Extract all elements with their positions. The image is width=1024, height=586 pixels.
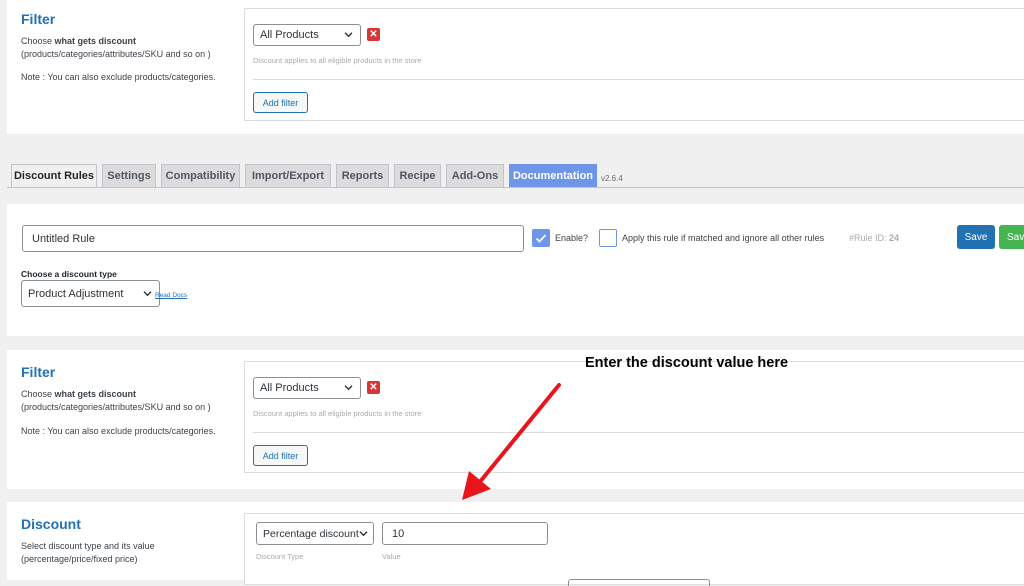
tab-import-export[interactable]: Import/Export <box>245 164 331 188</box>
filter-description: Choose what gets discount (products/cate… <box>21 36 211 59</box>
chevron-down-icon <box>344 385 353 391</box>
filter-note: Note : You can also exclude products/cat… <box>21 426 216 436</box>
close-icon: ✕ <box>369 382 378 393</box>
tab-discount-rules[interactable]: Discount Rules <box>11 164 97 188</box>
save-button[interactable]: Save <box>957 225 995 249</box>
annotation-text: Enter the discount value here <box>585 355 789 371</box>
enable-label: Enable? <box>555 233 589 243</box>
tab-reports[interactable]: Reports <box>336 164 389 188</box>
discount-card: Discount Select discount type and its va… <box>7 502 1024 586</box>
discount-title: Discount <box>21 516 81 532</box>
filter-select[interactable]: All Products <box>253 377 361 399</box>
rule-id-label: #Rule ID: 24 <box>849 233 900 243</box>
discount-type-label: Choose a discount type <box>21 269 117 279</box>
checkmark-icon <box>535 234 547 243</box>
discount-box: Percentage discount 10 Discount Type Val… <box>244 513 1024 586</box>
filter-divider <box>253 79 1024 80</box>
tab-recipe[interactable]: Recipe <box>394 164 441 188</box>
discount-description: Select discount type and its value (perc… <box>21 541 155 564</box>
add-filter-button[interactable]: Add filter <box>253 445 308 466</box>
filter-card-top: Filter Choose what gets discount (produc… <box>7 0 1024 134</box>
tab-add-ons[interactable]: Add-Ons <box>446 164 504 188</box>
tab-compatibility[interactable]: Compatibility <box>161 164 240 188</box>
filter-hint: Discount applies to all eligible product… <box>253 56 422 65</box>
chevron-down-icon <box>143 290 152 296</box>
filter-hint: Discount applies to all eligible product… <box>253 409 422 418</box>
read-docs-link[interactable]: Read Docs <box>155 292 187 299</box>
add-filter-button[interactable]: Add filter <box>253 92 308 113</box>
save-close-button[interactable]: Sav <box>999 225 1024 249</box>
plugin-version: v2.6.4 <box>601 174 623 183</box>
discount-value-input[interactable]: 10 <box>382 522 548 545</box>
rule-name-input[interactable]: Untitled Rule <box>22 225 524 252</box>
tab-documentation[interactable]: Documentation <box>509 164 597 188</box>
filter-title: Filter <box>21 11 56 27</box>
discount-type-select[interactable]: Product Adjustment <box>21 280 160 307</box>
discount-value-caption: Value <box>382 552 401 561</box>
filter-note: Note : You can also exclude products/cat… <box>21 72 216 82</box>
close-icon: ✕ <box>369 29 378 40</box>
filter-box: All Products ✕ Discount applies to all e… <box>244 8 1024 121</box>
chevron-down-icon <box>359 530 368 536</box>
filter-divider <box>253 432 1024 433</box>
apply-exclusive-checkbox[interactable] <box>599 229 617 247</box>
remove-filter-button[interactable]: ✕ <box>367 28 380 41</box>
arrow-icon <box>462 383 561 500</box>
filter-title: Filter <box>21 364 56 380</box>
discount-type-caption: Discount Type <box>256 552 304 561</box>
tabs-baseline <box>7 187 1024 188</box>
filter-select[interactable]: All Products <box>253 24 361 46</box>
rule-card: Untitled Rule Enable? Apply this rule if… <box>7 204 1024 336</box>
hidden-field-edge <box>568 579 710 586</box>
filter-description: Choose what gets discount (products/cate… <box>21 389 211 412</box>
chevron-down-icon <box>344 32 353 38</box>
filter-box: All Products ✕ Discount applies to all e… <box>244 361 1024 473</box>
discount-type-select[interactable]: Percentage discount <box>256 522 374 545</box>
apply-exclusive-label: Apply this rule if matched and ignore al… <box>622 233 825 243</box>
enable-checkbox[interactable] <box>532 229 550 247</box>
remove-filter-button[interactable]: ✕ <box>367 381 380 394</box>
tab-settings[interactable]: Settings <box>102 164 156 188</box>
